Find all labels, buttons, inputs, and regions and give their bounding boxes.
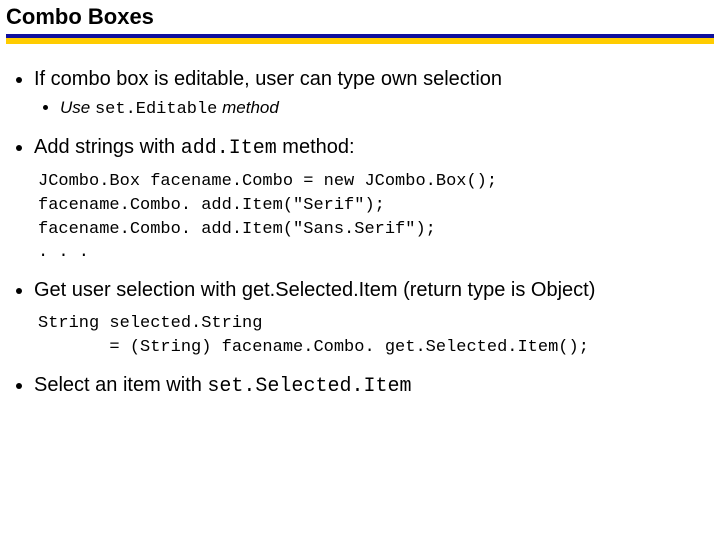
code-block-1: JCombo.Box facename.Combo = new JCombo.B…: [38, 170, 710, 265]
bullet-3-text: Get user selection with get.Selected.Ite…: [34, 279, 595, 301]
bullet-3: Get user selection with get.Selected.Ite…: [34, 277, 710, 304]
bullet-1-sub: Use set.Editable method: [34, 97, 710, 122]
bullet-1a-code: set.Editable: [95, 100, 217, 119]
bullet-4-code: set.Selected.Item: [207, 375, 411, 398]
bullet-2-code: add.Item: [181, 137, 277, 160]
slide-content: If combo box is editable, user can type …: [0, 44, 720, 400]
code-block-2: String selected.String = (String) facena…: [38, 312, 710, 360]
bullet-2-post: method:: [277, 136, 355, 158]
bullet-4: Select an item with set.Selected.Item: [34, 372, 710, 400]
bullet-list-3: Select an item with set.Selected.Item: [10, 372, 710, 400]
bullet-1: If combo box is editable, user can type …: [34, 66, 710, 122]
bullet-list-2: Get user selection with get.Selected.Ite…: [10, 277, 710, 304]
bullet-1a-post: method: [217, 98, 278, 117]
bullet-2: Add strings with add.Item method:: [34, 134, 710, 162]
slide-title: Combo Boxes: [0, 0, 720, 34]
bullet-list: If combo box is editable, user can type …: [10, 66, 710, 162]
bullet-4-pre: Select an item with: [34, 374, 207, 396]
bullet-2-pre: Add strings with: [34, 136, 181, 158]
bullet-1-text: If combo box is editable, user can type …: [34, 68, 502, 90]
slide: Combo Boxes If combo box is editable, us…: [0, 0, 720, 540]
bullet-1a-pre: Use: [60, 98, 95, 117]
bullet-1a: Use set.Editable method: [60, 97, 710, 122]
